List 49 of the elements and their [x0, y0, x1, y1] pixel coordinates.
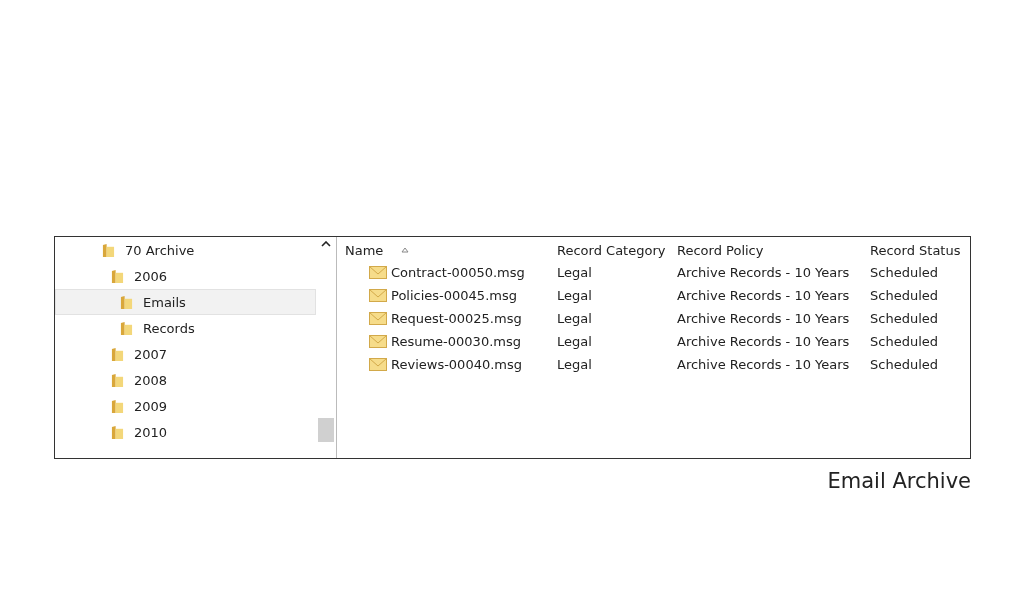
file-name[interactable]: Request-00025.msg — [391, 311, 522, 326]
envelope-icon — [369, 335, 387, 348]
table-cell: Archive Records - 10 Years — [677, 334, 850, 349]
sort-arrow-icon[interactable] — [401, 247, 410, 253]
column-header[interactable]: Name — [345, 242, 384, 258]
caption: Email Archive — [827, 469, 971, 493]
folder-tree-item[interactable]: 2008 — [55, 367, 316, 393]
table-cell: Scheduled — [870, 265, 938, 280]
table-cell: Archive Records - 10 Years — [677, 357, 850, 372]
folder-icon — [111, 346, 124, 362]
folder-tree-item[interactable]: 2010 — [55, 419, 316, 445]
file-name[interactable]: Policies-00045.msg — [391, 288, 517, 303]
envelope-icon — [369, 289, 387, 302]
table-cell: Legal — [557, 265, 592, 280]
column-header[interactable]: Record Category — [557, 242, 666, 258]
table-cell: Scheduled — [870, 334, 938, 349]
scrollbar-thumb[interactable] — [318, 418, 334, 442]
table-cell: Scheduled — [870, 288, 938, 303]
folder-icon — [111, 398, 124, 414]
table-cell: Legal — [557, 288, 592, 303]
table-cell: Legal — [557, 334, 592, 349]
file-name[interactable]: Reviews-00040.msg — [391, 357, 523, 372]
column-header[interactable]: Record Policy — [677, 242, 764, 258]
table-cell: Archive Records - 10 Years — [677, 265, 850, 280]
folder-icon — [102, 242, 115, 258]
envelope-icon — [369, 358, 387, 371]
column-header[interactable]: Record Status — [870, 242, 961, 258]
folder-tree-item[interactable]: 2009 — [55, 393, 316, 419]
folder-icon — [111, 372, 124, 388]
table-cell: Legal — [557, 357, 592, 372]
folder-icon — [111, 424, 124, 440]
folder-icon — [120, 320, 133, 336]
envelope-icon — [369, 312, 387, 325]
folder-tree-item[interactable]: Emails — [55, 289, 316, 315]
table-cell: Scheduled — [870, 357, 938, 372]
table-cell: Archive Records - 10 Years — [677, 311, 850, 326]
folder-tree-item[interactable]: 2006 — [55, 263, 316, 289]
table-cell: Archive Records - 10 Years — [677, 288, 850, 303]
envelope-icon — [369, 266, 387, 279]
folder-tree-item[interactable]: 70 Archive — [55, 237, 316, 263]
table-cell: Legal — [557, 311, 592, 326]
folder-tree-item[interactable]: 2007 — [55, 341, 316, 367]
file-name[interactable]: Resume-00030.msg — [391, 334, 521, 349]
scroll-up-icon[interactable] — [321, 241, 331, 247]
folder-icon — [111, 268, 124, 284]
file-name[interactable]: Contract-00050.msg — [391, 265, 525, 280]
table-cell: Scheduled — [870, 311, 938, 326]
folder-tree-item[interactable]: Records — [55, 315, 316, 341]
folder-icon — [120, 294, 133, 310]
